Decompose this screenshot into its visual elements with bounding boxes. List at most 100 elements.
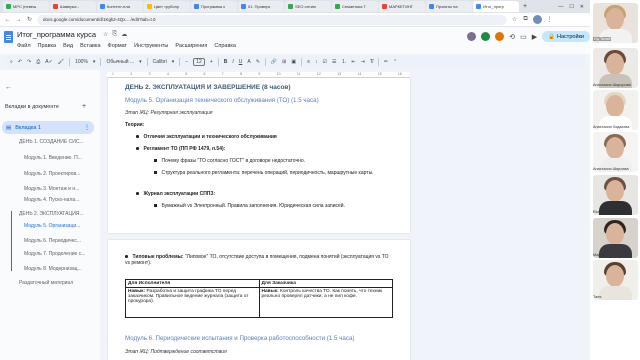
roles-table[interactable]: Для Исполнителя Для Заказчика Навык: Раз… (125, 279, 393, 318)
menu-item[interactable]: Расширения (175, 43, 207, 49)
bold-icon[interactable]: B (224, 59, 228, 65)
participant-tile[interactable] (593, 48, 638, 88)
browser-profile-avatar[interactable] (533, 15, 542, 24)
history-icon[interactable]: ⟲ (509, 33, 515, 41)
edit-mode-icon[interactable]: ✏ (384, 59, 388, 65)
participant-tile[interactable] (593, 90, 638, 130)
reload-icon[interactable]: ↻ (26, 16, 33, 23)
style-select[interactable]: Обычный ... (106, 59, 134, 65)
meet-icon[interactable]: ▶ (532, 33, 537, 41)
undo-icon[interactable]: ↶ (18, 59, 22, 65)
align-icon[interactable]: ≡ (307, 59, 310, 65)
participant-tile[interactable] (593, 260, 638, 300)
browser-tab[interactable]: Контент-пла (97, 1, 143, 12)
font-size-increase[interactable]: + (210, 59, 213, 65)
paint-format-icon[interactable]: 🖌 (58, 59, 64, 65)
clear-formatting-icon[interactable]: T̸ (370, 59, 373, 65)
insert-image-icon[interactable]: ▣ (291, 59, 296, 65)
text-color-icon[interactable]: A (247, 59, 250, 65)
menu-item[interactable]: Файл (17, 43, 31, 49)
checklist-icon[interactable]: ☑ (322, 59, 326, 65)
table-cell[interactable]: Навык: Контроль качества ТО. Как понять,… (258, 287, 393, 318)
document-canvas[interactable]: ДЕНЬ 2. ЭКСПЛУАТАЦИЯ И ЗАВЕРШЕНИЕ (8 час… (100, 78, 590, 360)
outline-item[interactable]: ДЕНЬ 1. СОЗДАНИЕ СИС... (19, 139, 89, 145)
minimize-icon[interactable]: — (558, 4, 563, 10)
numbered-list-icon[interactable]: ⒈ (341, 58, 346, 65)
browser-tab[interactable]: Программа о (191, 1, 237, 12)
outline-item[interactable]: Модуль 4. Пуско-нала... (24, 197, 94, 203)
font-size-input[interactable]: 12 (193, 57, 205, 66)
forward-icon[interactable]: → (15, 17, 22, 23)
extensions-icon[interactable]: ⧉ (522, 16, 529, 23)
menu-item[interactable]: Инструменты (134, 43, 168, 49)
menu-item[interactable]: Вид (63, 43, 73, 49)
outline-item[interactable]: Модуль 6. Периодичес... (24, 238, 94, 244)
zoom-select[interactable]: 100% (75, 59, 88, 65)
underline-icon[interactable]: U (239, 59, 243, 65)
participant-tile[interactable] (593, 218, 638, 258)
outline-item[interactable]: Модуль 2. Проектиров... (24, 171, 94, 177)
browser-tab[interactable]: Проекты на (426, 1, 472, 12)
add-tab-icon[interactable]: + (82, 103, 86, 110)
add-comment-icon[interactable]: ⊞ (282, 59, 286, 65)
outline-item[interactable]: Модуль 7. Проделение с... (24, 251, 94, 257)
line-spacing-icon[interactable]: ↕ (315, 59, 318, 65)
participant-tile[interactable] (593, 175, 638, 215)
browser-tab[interactable]: Семантика Т (332, 1, 378, 12)
participant-tile[interactable] (593, 132, 638, 172)
page-1[interactable]: ДЕНЬ 2. ЭКСПЛУАТАЦИЯ И ЗАВЕРШЕНИЕ (8 час… (108, 78, 410, 233)
document-title[interactable]: Итог_программа курса (17, 30, 96, 39)
outline-item[interactable]: Модуль 1. Введение. П... (24, 155, 94, 161)
chevron-up-icon[interactable]: ⌃ (393, 59, 397, 65)
browser-tab[interactable]: 01. Проверк (238, 1, 284, 12)
new-tab-button[interactable]: + (520, 3, 530, 10)
menu-item[interactable]: Правка (38, 43, 57, 49)
comments-icon[interactable]: ▭ (520, 33, 527, 41)
back-icon[interactable]: ← (4, 17, 11, 23)
browser-tab[interactable]: Итог_прогр (473, 1, 519, 12)
spellcheck-icon[interactable]: A✓ (45, 59, 53, 65)
menu-item[interactable]: Справка (214, 43, 236, 49)
table-cell[interactable]: Навык: Разработка и защита графика ТО пе… (125, 287, 260, 318)
redo-icon[interactable]: ↷ (27, 59, 31, 65)
search-menus-icon[interactable]: ⌕ (10, 59, 13, 65)
outline-item[interactable]: Модуль 3. Монтаж и н... (24, 186, 94, 192)
maximize-icon[interactable]: ☐ (569, 4, 573, 10)
collaborator-avatar[interactable] (495, 32, 505, 41)
increase-indent-icon[interactable]: ⇥ (361, 59, 365, 65)
menu-item[interactable]: Вставка (80, 43, 100, 49)
decrease-indent-icon[interactable]: ⇤ (351, 59, 355, 65)
outline-item[interactable]: Раздаточный материал (19, 280, 89, 286)
italic-icon[interactable]: I (232, 59, 233, 65)
page-2[interactable]: Типовые проблемы: "Липовое" ТО, отсутств… (108, 240, 410, 360)
browser-tab[interactable]: Шаверка - (50, 1, 96, 12)
cloud-saved-icon[interactable]: ☁ (121, 31, 127, 38)
share-button[interactable]: 🔒 Настройки (542, 31, 590, 42)
more-options-icon[interactable]: ⋮ (84, 124, 90, 131)
docs-logo-icon[interactable] (4, 31, 13, 43)
table-header-cell[interactable]: Для Исполнителя (125, 279, 260, 288)
move-folder-icon[interactable]: ⎘ (112, 31, 117, 38)
browser-menu-icon[interactable]: ⋮ (546, 16, 553, 23)
browser-tab[interactable]: МРС (невеш (3, 1, 49, 12)
star-icon[interactable]: ☆ (103, 31, 108, 38)
font-select[interactable]: Calibri (153, 59, 167, 65)
browser-tab[interactable]: Цвет трубопр (144, 1, 190, 12)
outline-item[interactable]: Модуль 8. Модернизац... (24, 266, 94, 272)
collaborator-avatar[interactable] (467, 32, 477, 41)
close-window-icon[interactable]: ✕ (580, 4, 584, 10)
browser-tab[interactable]: МАРКЕТИНГ (379, 1, 425, 12)
link-icon[interactable]: 🔗 (271, 59, 277, 65)
star-icon[interactable]: ☆ (511, 16, 518, 23)
browser-tab[interactable]: SEO оптим (285, 1, 331, 12)
print-icon[interactable]: ⎙ (36, 59, 40, 65)
tab-item-1[interactable]: ▤ Вкладка 1 ⋮ (2, 121, 94, 134)
font-size-decrease[interactable]: − (185, 59, 188, 65)
back-arrow-icon[interactable]: ← (5, 84, 12, 91)
outline-item[interactable]: ДЕНЬ 2. ЭКСПЛУАТАЦИЯ... (19, 211, 89, 217)
highlight-icon[interactable]: ✎ (256, 59, 260, 65)
url-field[interactable]: docs.google.com/document/d/1Kgk2-4Qx... … (37, 14, 507, 25)
table-header-cell[interactable]: Для Заказчика (258, 279, 393, 288)
outline-item[interactable]: Модуль 5. Организаци... (24, 223, 94, 229)
bulleted-list-icon[interactable]: ☰ (332, 59, 336, 65)
